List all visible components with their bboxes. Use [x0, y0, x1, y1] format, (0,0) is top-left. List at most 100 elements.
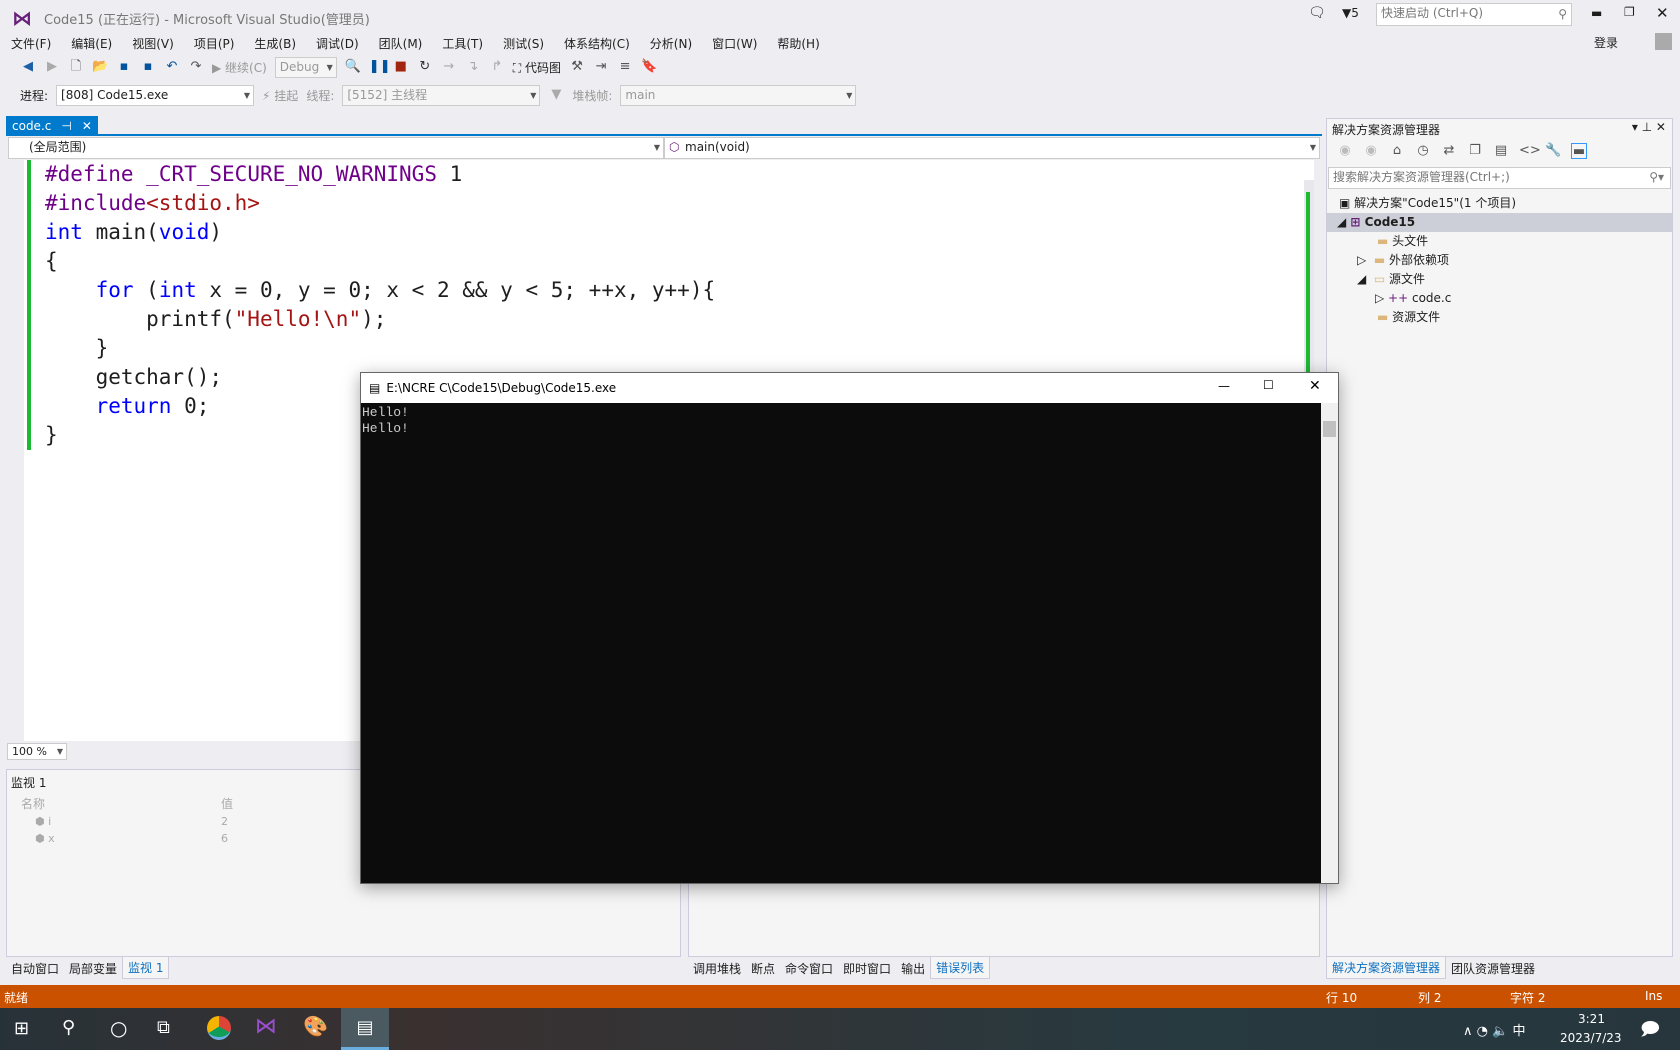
watch-row[interactable]: ⬢ x 6 [35, 832, 228, 845]
account-avatar[interactable] [1655, 33, 1672, 50]
search-icon[interactable]: ⚲ [62, 1017, 75, 1038]
solution-search-input[interactable]: 搜索解决方案资源管理器(Ctrl+;) ⚲▾ [1328, 167, 1671, 189]
notifications-button[interactable]: ▼5 [1342, 6, 1359, 20]
tab-output[interactable]: 输出 [896, 958, 930, 979]
tree-external-deps[interactable]: ▷ ▬ 外部依赖项 [1327, 251, 1672, 270]
find-icon[interactable]: 🔍 [345, 59, 361, 75]
thread-dropdown[interactable]: [5152] 主线程 ▼ [342, 84, 541, 106]
code-icon[interactable]: <> [1519, 143, 1541, 159]
tab-call-stack[interactable]: 调用堆栈 [688, 958, 746, 979]
cortana-icon[interactable]: ○ [110, 1016, 127, 1040]
show-all-icon[interactable]: ▤ [1493, 143, 1509, 159]
back-icon[interactable]: ◀ [20, 59, 36, 75]
chrome-icon[interactable] [207, 1016, 231, 1040]
console-maximize-button[interactable]: ☐ [1263, 378, 1274, 392]
menu-view[interactable]: 视图(V) [122, 35, 184, 52]
tree-solution[interactable]: ▣ 解决方案"Code15"(1 个项目) [1327, 194, 1672, 213]
tab-solution-explorer[interactable]: 解决方案资源管理器 [1326, 957, 1447, 979]
menu-analyze[interactable]: 分析(N) [640, 35, 702, 52]
scope-dropdown[interactable]: (全局范围) ▼ [8, 137, 664, 159]
console-taskbar-icon[interactable]: ▤ [341, 1008, 389, 1050]
paint-icon[interactable]: 🎨 [303, 1014, 328, 1038]
suspend-button[interactable]: ⚡ 挂起 [262, 87, 298, 104]
console-window[interactable]: ▤ E:\NCRE C\Code15\Debug\Code15.exe — ☐ … [360, 372, 1339, 884]
sign-in-link[interactable]: 登录 [1594, 34, 1618, 51]
clock-date[interactable]: 2023/7/23 [1560, 1031, 1622, 1045]
console-scrollbar[interactable] [1321, 403, 1338, 883]
menu-build[interactable]: 生成(B) [244, 35, 306, 52]
minimize-button[interactable]: ▬ [1591, 6, 1602, 20]
redo-icon[interactable]: ↷ [188, 59, 204, 75]
zoom-dropdown[interactable]: 100 % ▼ [7, 743, 67, 760]
step-out-icon[interactable]: ↱ [489, 59, 505, 75]
pause-icon[interactable]: ❚❚ [369, 59, 391, 75]
tree-code-c[interactable]: ▷ ++ code.c [1327, 289, 1672, 308]
tab-breakpoints[interactable]: 断点 [746, 958, 780, 979]
tab-code-c[interactable]: code.c ⊣ ✕ [6, 116, 98, 135]
undo-icon[interactable]: ↶ [164, 59, 180, 75]
tree-resource-files[interactable]: ▬ 资源文件 [1327, 308, 1672, 327]
history-icon[interactable]: ◷ [1415, 143, 1431, 159]
save-all-icon[interactable]: ▪ [140, 59, 156, 75]
back-icon[interactable]: ◉ [1337, 143, 1353, 159]
panel-controls[interactable]: ▾ ⊥ ✕ [1632, 120, 1666, 134]
new-project-icon[interactable]: 🗋 [68, 59, 84, 75]
tab-error-list[interactable]: 错误列表 [930, 957, 991, 979]
stop-icon[interactable]: ■ [393, 59, 409, 75]
tab-watch-1[interactable]: 监视 1 [122, 957, 170, 979]
tab-team-explorer[interactable]: 团队资源管理器 [1446, 958, 1540, 979]
properties-icon[interactable]: 🔧 [1545, 143, 1561, 159]
filter-icon[interactable]: ▼ [548, 87, 564, 103]
start-icon[interactable]: ⊞ [14, 1018, 29, 1039]
action-center-icon[interactable]: 🗩 [1640, 1017, 1660, 1047]
menu-edit[interactable]: 编辑(E) [61, 35, 122, 52]
tree-project[interactable]: ◢ ⊞ Code15 [1327, 213, 1672, 232]
menu-file[interactable]: 文件(F) [1, 35, 61, 52]
ime-indicator[interactable]: 中 [1512, 1024, 1525, 1039]
stack-frame-dropdown[interactable]: main ▼ [620, 84, 857, 106]
menu-window[interactable]: 窗口(W) [702, 35, 767, 52]
console-close-button[interactable]: ✕ [1309, 378, 1321, 394]
clock-time[interactable]: 3:21 [1578, 1012, 1605, 1026]
tree-source-files[interactable]: ◢ ▭ 源文件 [1327, 270, 1672, 289]
menu-team[interactable]: 团队(M) [369, 35, 433, 52]
menu-debug[interactable]: 调试(D) [306, 35, 369, 52]
config-dropdown[interactable]: Debug ▼ [274, 56, 337, 78]
tab-autos[interactable]: 自动窗口 [6, 958, 64, 979]
tree-header-files[interactable]: ▬ 头文件 [1327, 232, 1672, 251]
code-map-button[interactable]: ⛶ 代码图 [513, 59, 561, 76]
task-view-icon[interactable]: ⧉ [157, 1017, 170, 1038]
forward-icon[interactable]: ◉ [1363, 143, 1379, 159]
open-icon[interactable]: 📂 [92, 59, 108, 75]
tab-command-window[interactable]: 命令窗口 [780, 958, 838, 979]
breakpoint-icon[interactable]: ⚒ [569, 59, 585, 75]
visual-studio-icon[interactable]: ⋈ [255, 1014, 277, 1039]
bookmark-icon[interactable]: 🔖 [641, 59, 657, 75]
indent-icon[interactable]: ⇥ [593, 59, 609, 75]
save-icon[interactable]: ▪ [116, 59, 132, 75]
feedback-icon[interactable]: 🗨 [1308, 5, 1326, 21]
step-into-icon[interactable]: ↴ [465, 59, 481, 75]
menu-help[interactable]: 帮助(H) [767, 35, 829, 52]
restore-button[interactable]: ❐ [1624, 5, 1635, 19]
close-button[interactable]: ✕ [1656, 4, 1669, 22]
sync-icon[interactable]: ⇄ [1441, 143, 1457, 159]
function-dropdown[interactable]: ⬡ main(void) ▼ [664, 137, 1320, 159]
watch-row[interactable]: ⬢ i 2 [35, 815, 228, 828]
continue-button[interactable]: ▶ 继续(C) [212, 59, 267, 76]
close-tab-icon[interactable]: ✕ [82, 119, 92, 133]
tab-locals[interactable]: 局部变量 [64, 958, 122, 979]
step-icon[interactable]: → [441, 59, 457, 75]
tray-icons[interactable]: ∧ ◔ 🔈 中 [1463, 1020, 1525, 1039]
collapse-icon[interactable]: ❐ [1467, 143, 1483, 159]
quick-launch-input[interactable]: 快速启动 (Ctrl+Q) ⚲ [1376, 3, 1572, 26]
menu-architecture[interactable]: 体系结构(C) [554, 35, 640, 52]
home-icon[interactable]: ⌂ [1389, 143, 1405, 159]
menu-project[interactable]: 项目(P) [184, 35, 245, 52]
pin-icon[interactable]: ⊣ [61, 119, 71, 133]
restart-icon[interactable]: ↻ [417, 59, 433, 75]
menu-test[interactable]: 测试(S) [493, 35, 554, 52]
tab-immediate[interactable]: 即时窗口 [838, 958, 896, 979]
menu-tools[interactable]: 工具(T) [432, 35, 493, 52]
forward-icon[interactable]: ▶ [44, 59, 60, 75]
